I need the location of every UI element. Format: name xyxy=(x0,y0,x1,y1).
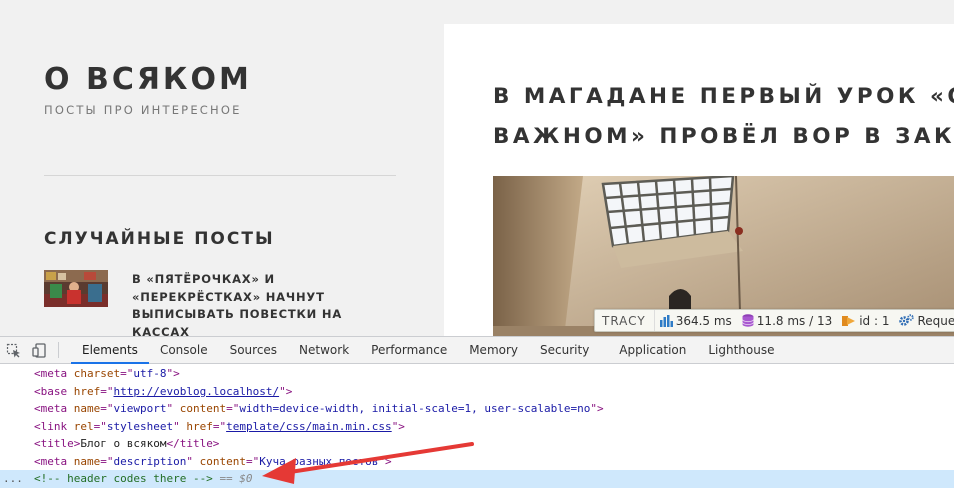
tracy-db-value: 11.8 ms / 13 xyxy=(756,313,833,328)
devtools-toolbar: Elements Console Sources Network Perform… xyxy=(0,337,954,364)
tab-sources[interactable]: Sources xyxy=(219,337,288,363)
tracy-id-value: id : 1 xyxy=(859,313,890,328)
dom-node-meta-charset[interactable]: <meta charset="utf-8"> xyxy=(0,365,954,383)
sidebar-divider xyxy=(44,175,396,176)
dom-node-link-stylesheet[interactable]: <link rel="stylesheet" href="template/cs… xyxy=(0,418,954,436)
elements-tree: <meta charset="utf-8"> <base href="http:… xyxy=(0,365,954,491)
main-content: В МАГАДАНЕ ПЕРВЫЙ УРОК «О ВАЖНОМ» ПРОВЁЛ… xyxy=(444,24,954,336)
web-page: О ВСЯКОМ ПОСТЫ ПРО ИНТЕРЕСНОЕ СЛУЧАЙНЫЕ … xyxy=(0,0,954,336)
tracy-database-panel[interactable]: 11.8 ms / 13 xyxy=(737,310,837,331)
tab-memory[interactable]: Memory xyxy=(458,337,529,363)
tracy-request-panel[interactable]: Request xyxy=(894,310,954,331)
arrow-right-icon xyxy=(842,315,856,326)
database-icon xyxy=(741,314,754,327)
node-actions-ellipsis[interactable]: ... xyxy=(3,470,23,488)
site-title[interactable]: О ВСЯКОМ xyxy=(44,62,252,97)
site-tagline: ПОСТЫ ПРО ИНТЕРЕСНОЕ xyxy=(44,103,242,117)
tracy-logo[interactable]: TRACY xyxy=(595,310,655,331)
dom-node-base[interactable]: <base href="http://evoblog.localhost/"> xyxy=(0,383,954,401)
base-href-link[interactable]: http://evoblog.localhost/ xyxy=(114,385,280,398)
tab-application[interactable]: Application xyxy=(608,337,697,363)
tracy-time-value: 364.5 ms xyxy=(675,313,732,328)
dom-node-meta-description[interactable]: <meta name="description" content="Куча р… xyxy=(0,453,954,471)
article-title[interactable]: В МАГАДАНЕ ПЕРВЫЙ УРОК «О ВАЖНОМ» ПРОВЁЛ… xyxy=(493,77,954,157)
device-toolbar-icon[interactable] xyxy=(26,337,52,364)
tab-console[interactable]: Console xyxy=(149,337,219,363)
random-posts-heading: СЛУЧАЙНЫЕ ПОСТЫ xyxy=(44,229,275,249)
devtools-panel: Elements Console Sources Network Perform… xyxy=(0,336,954,491)
inspect-element-icon[interactable] xyxy=(0,337,26,364)
dom-node-title[interactable]: <title>Блог о всяком</title> xyxy=(0,435,954,453)
post-thumbnail-image xyxy=(44,270,108,307)
tab-elements[interactable]: Elements xyxy=(71,337,149,364)
stylesheet-href-link[interactable]: template/css/main.min.css xyxy=(226,420,392,433)
tracy-id-panel[interactable]: id : 1 xyxy=(837,310,894,331)
gears-icon xyxy=(899,314,915,326)
toolbar-divider xyxy=(58,342,59,358)
tab-security[interactable]: Security xyxy=(529,337,600,363)
bar-chart-icon xyxy=(659,314,673,327)
random-post-link[interactable]: В «ПЯТЁРОЧКАХ» И «ПЕРЕКРЁСТКАХ» НАЧНУТ В… xyxy=(132,271,402,336)
dom-node-comment-selected[interactable]: ... <!-- header codes there --> == $0 xyxy=(0,470,954,488)
tab-performance[interactable]: Performance xyxy=(360,337,458,363)
tracy-debug-bar[interactable]: TRACY 364.5 ms 11.8 ms / 13 id: 1 Reque xyxy=(594,309,954,332)
screenshot-root: О ВСЯКОМ ПОСТЫ ПРО ИНТЕРЕСНОЕ СЛУЧАЙНЫЕ … xyxy=(0,0,954,491)
tracy-time-panel[interactable]: 364.5 ms xyxy=(655,310,737,331)
post-thumbnail[interactable] xyxy=(44,270,108,307)
dom-node-meta-viewport[interactable]: <meta name="viewport" content="width=dev… xyxy=(0,400,954,418)
tracy-request-label: Request xyxy=(917,313,954,328)
devtools-tabs: Elements Console Sources Network Perform… xyxy=(71,337,786,364)
tab-lighthouse[interactable]: Lighthouse xyxy=(697,337,785,363)
sidebar: О ВСЯКОМ ПОСТЫ ПРО ИНТЕРЕСНОЕ СЛУЧАЙНЫЕ … xyxy=(44,0,396,336)
tab-network[interactable]: Network xyxy=(288,337,360,363)
